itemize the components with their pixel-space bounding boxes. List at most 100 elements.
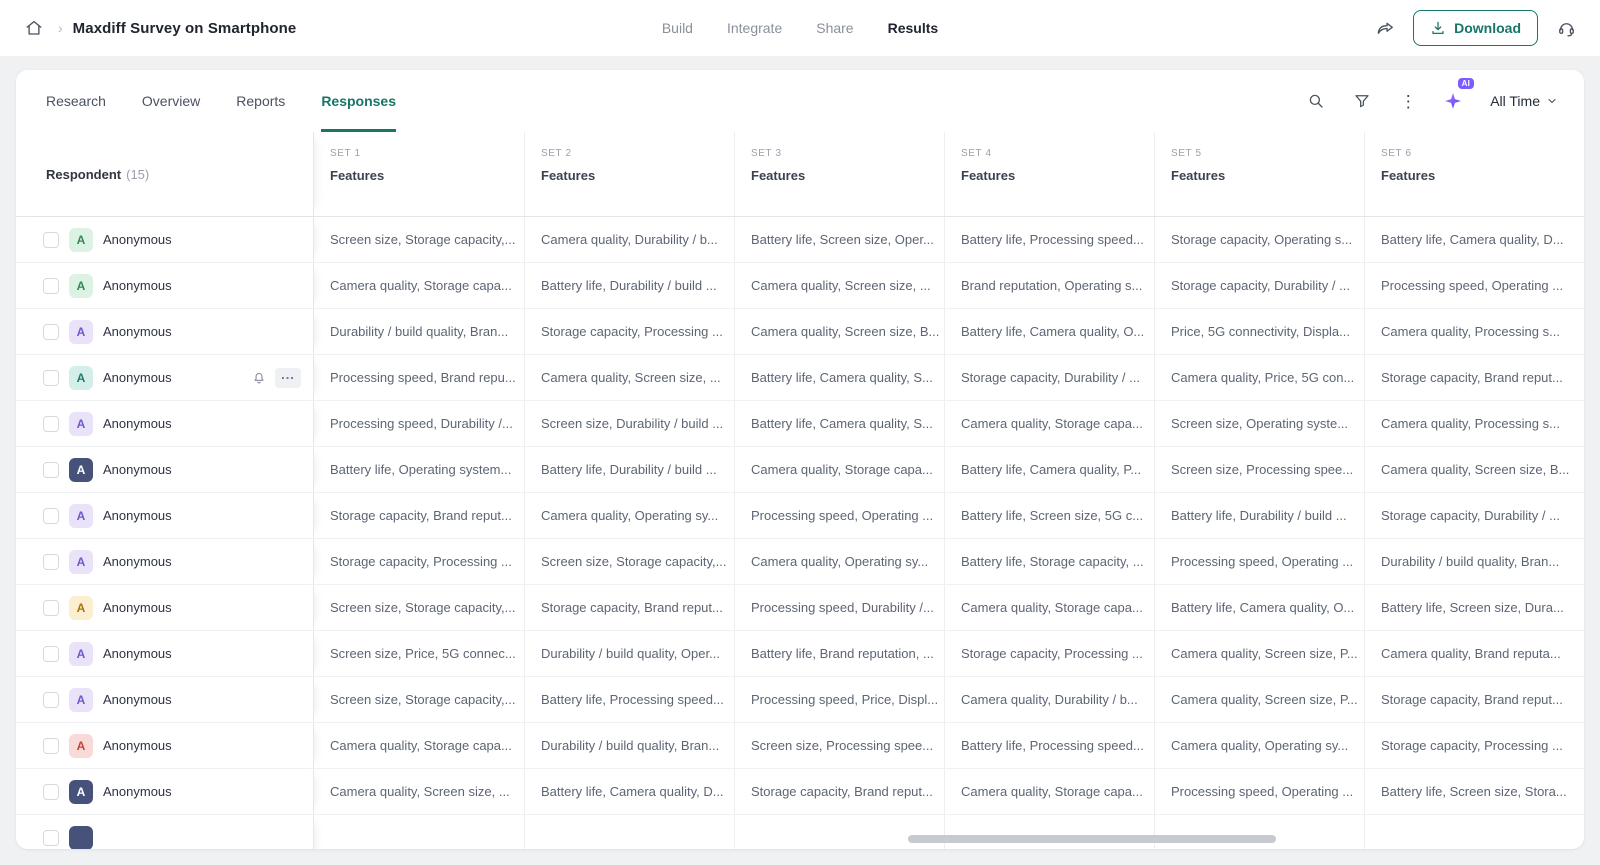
- row-checkbox[interactable]: [43, 600, 59, 616]
- respondent-cell: A Anonymous ...: [16, 309, 314, 354]
- search-icon[interactable]: [1302, 87, 1330, 115]
- respondent-cell: A Anonymous ...: [16, 677, 314, 722]
- nav-integrate[interactable]: Integrate: [727, 20, 782, 36]
- row-checkbox[interactable]: [43, 462, 59, 478]
- row-checkbox[interactable]: [43, 830, 59, 846]
- column-header-set2: SET 2 Features: [524, 132, 734, 216]
- response-cell: Screen size, Operating syste...: [1154, 401, 1364, 446]
- horizontal-scrollbar[interactable]: [908, 835, 1276, 843]
- row-checkbox[interactable]: [43, 370, 59, 386]
- response-cell: Screen size, Storage capacity,...: [314, 677, 524, 722]
- response-cell: Camera quality, Screen size, ...: [734, 263, 944, 308]
- respondent-name: Anonymous: [103, 600, 172, 615]
- response-cell: Battery life, Screen size, 5G c...: [944, 493, 1154, 538]
- avatar: A: [69, 274, 93, 298]
- table-row[interactable]: A Anonymous ... Storage capacity, Proces…: [16, 539, 1584, 585]
- home-icon[interactable]: [20, 14, 48, 42]
- response-cell: Camera quality, Screen size, B...: [1364, 447, 1574, 492]
- row-checkbox[interactable]: [43, 554, 59, 570]
- nav-results[interactable]: Results: [888, 20, 939, 36]
- avatar: A: [69, 320, 93, 344]
- tab-overview[interactable]: Overview: [142, 70, 200, 132]
- tab-research[interactable]: Research: [46, 70, 106, 132]
- table-row[interactable]: A Anonymous ... Processing speed, Brand …: [16, 355, 1584, 401]
- respondent-cell: A Anonymous ...: [16, 355, 314, 400]
- row-checkbox[interactable]: [43, 232, 59, 248]
- download-button[interactable]: Download: [1413, 10, 1538, 46]
- table-row[interactable]: A Anonymous ... Screen size, Storage cap…: [16, 217, 1584, 263]
- tab-reports[interactable]: Reports: [236, 70, 285, 132]
- table-row[interactable]: A Anonymous ... Storage capacity, Brand …: [16, 493, 1584, 539]
- column-header-set4: SET 4 Features: [944, 132, 1154, 216]
- page-title: Maxdiff Survey on Smartphone: [73, 20, 297, 37]
- response-cell: Battery life, Storage capacity, ...: [944, 539, 1154, 584]
- row-checkbox[interactable]: [43, 692, 59, 708]
- row-checkbox[interactable]: [43, 508, 59, 524]
- response-cell: Storage capacity, Durability / ...: [944, 355, 1154, 400]
- response-cell: Camera quality, Storage capa...: [944, 769, 1154, 814]
- table-row-partial[interactable]: [16, 815, 1584, 849]
- response-cell: Battery life, Processing speed...: [944, 723, 1154, 768]
- response-cell: Camera quality, Storage capa...: [314, 263, 524, 308]
- respondent-cell: A Anonymous ...: [16, 493, 314, 538]
- row-checkbox[interactable]: [43, 416, 59, 432]
- more-options-icon[interactable]: ⋮: [1394, 87, 1422, 115]
- respondent-column-header: Respondent (15): [16, 132, 314, 216]
- nav-build[interactable]: Build: [662, 20, 693, 36]
- table-row[interactable]: A Anonymous ... Processing speed, Durabi…: [16, 401, 1584, 447]
- row-checkbox[interactable]: [43, 324, 59, 340]
- respondent-name: Anonymous: [103, 784, 172, 799]
- time-filter-dropdown[interactable]: All Time: [1490, 93, 1558, 109]
- table-row[interactable]: A Anonymous ... Camera quality, Storage …: [16, 263, 1584, 309]
- nav-share[interactable]: Share: [816, 20, 853, 36]
- table-row[interactable]: A Anonymous ... Battery life, Operating …: [16, 447, 1584, 493]
- response-cell: Camera quality, Price, 5G con...: [1154, 355, 1364, 400]
- support-headset-icon[interactable]: [1552, 14, 1580, 42]
- avatar: A: [69, 458, 93, 482]
- respondent-cell: A Anonymous ...: [16, 723, 314, 768]
- response-cell: Screen size, Storage capacity,...: [314, 217, 524, 262]
- response-cell: Battery life, Durability / build ...: [524, 447, 734, 492]
- response-cell: Battery life, Camera quality, D...: [524, 769, 734, 814]
- response-cell: Storage capacity, Processing ...: [314, 539, 524, 584]
- row-more-icon[interactable]: ...: [275, 368, 301, 388]
- row-checkbox[interactable]: [43, 278, 59, 294]
- row-checkbox[interactable]: [43, 646, 59, 662]
- avatar: A: [69, 780, 93, 804]
- response-cell: Processing speed, Operating ...: [1364, 263, 1574, 308]
- row-actions: ...: [251, 355, 301, 400]
- row-checkbox[interactable]: [43, 784, 59, 800]
- table-row[interactable]: A Anonymous ... Screen size, Storage cap…: [16, 677, 1584, 723]
- table-row[interactable]: A Anonymous ... Camera quality, Screen s…: [16, 769, 1584, 815]
- response-cell: Camera quality, Operating sy...: [1154, 723, 1364, 768]
- table-row[interactable]: A Anonymous ... Camera quality, Storage …: [16, 723, 1584, 769]
- avatar: A: [69, 596, 93, 620]
- response-cell: Processing speed, Operating ...: [1154, 769, 1364, 814]
- response-cell: Battery life, Durability / build ...: [1154, 493, 1364, 538]
- response-cell: Battery life, Camera quality, S...: [734, 401, 944, 446]
- share-forward-icon[interactable]: [1371, 14, 1399, 42]
- response-cell: Storage capacity, Brand reput...: [314, 493, 524, 538]
- response-cell: Processing speed, Durability /...: [314, 401, 524, 446]
- response-cell: Camera quality, Operating sy...: [734, 539, 944, 584]
- row-checkbox[interactable]: [43, 738, 59, 754]
- tabs-row: Research Overview Reports Responses ⋮ AI…: [16, 70, 1584, 132]
- response-cell: Durability / build quality, Bran...: [524, 723, 734, 768]
- breadcrumb-chevron-icon: ›: [58, 20, 63, 36]
- chevron-down-icon: [1546, 95, 1558, 107]
- ai-assistant-icon[interactable]: AI: [1440, 88, 1466, 114]
- respondent-cell: A Anonymous ...: [16, 769, 314, 814]
- response-cell: Battery life, Brand reputation, ...: [734, 631, 944, 676]
- table-row[interactable]: A Anonymous ... Screen size, Storage cap…: [16, 585, 1584, 631]
- bell-icon[interactable]: [251, 370, 267, 386]
- respondent-name: Anonymous: [103, 554, 172, 569]
- response-cell: Price, 5G connectivity, Displa...: [1154, 309, 1364, 354]
- tab-responses[interactable]: Responses: [321, 70, 396, 132]
- response-cell: Camera quality, Durability / b...: [524, 217, 734, 262]
- column-header-set6: SET 6 Features: [1364, 132, 1574, 216]
- response-cell: Camera quality, Storage capa...: [944, 585, 1154, 630]
- filter-icon[interactable]: [1348, 87, 1376, 115]
- table-row[interactable]: A Anonymous ... Screen size, Price, 5G c…: [16, 631, 1584, 677]
- table-row[interactable]: A Anonymous ... Durability / build quali…: [16, 309, 1584, 355]
- response-cell: Camera quality, Durability / b...: [944, 677, 1154, 722]
